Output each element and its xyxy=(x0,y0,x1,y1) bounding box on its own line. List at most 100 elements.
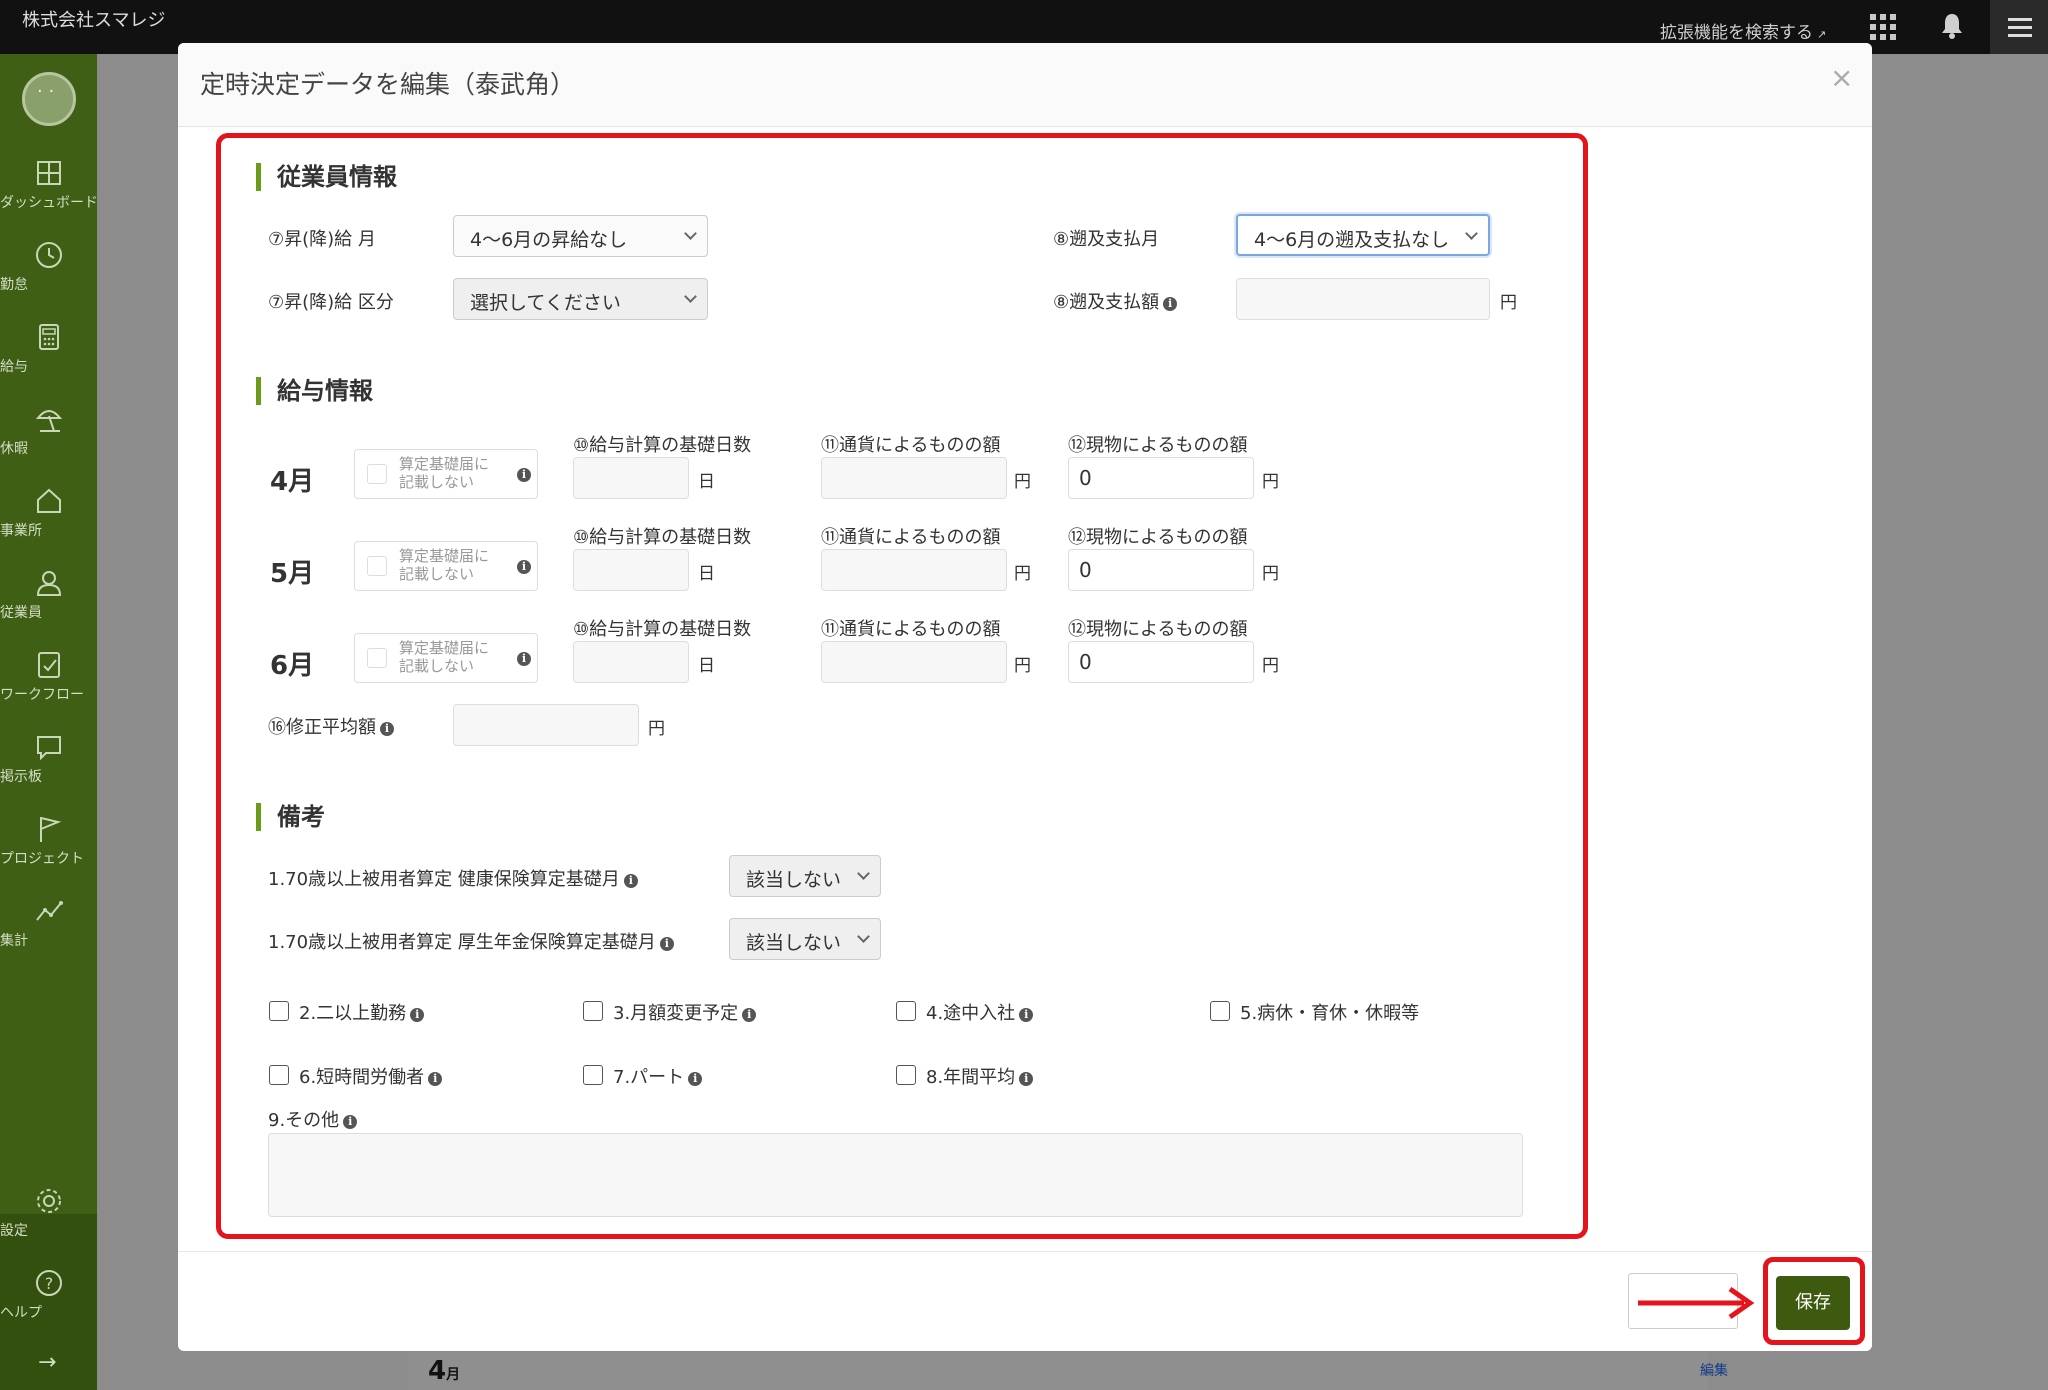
month-label: 4月 xyxy=(270,467,315,497)
info-icon[interactable]: i xyxy=(1019,1072,1034,1086)
exclude-checkbox-line2: 記載しない xyxy=(399,565,475,583)
sidebar-item-label: 休暇 xyxy=(0,441,28,457)
checkbox-monthly-change-label: 3.月額変更予定 i xyxy=(613,999,757,1025)
sidebar-collapse-arrow[interactable]: → xyxy=(38,1350,56,1375)
goods-input[interactable]: 0 xyxy=(1068,549,1254,591)
raise-type-select[interactable]: 選択してください xyxy=(453,278,708,320)
sidebar-item-employees[interactable]: 従業員 xyxy=(0,568,97,644)
info-icon[interactable]: i xyxy=(380,722,394,736)
cash-input[interactable] xyxy=(821,641,1007,683)
sidebar-item-label: プロジェクト xyxy=(0,851,84,867)
info-icon[interactable]: i xyxy=(517,468,531,482)
bell-icon[interactable] xyxy=(1940,12,1964,40)
dashboard-icon xyxy=(36,161,61,185)
line-chart-icon xyxy=(35,901,63,921)
revised-avg-input[interactable] xyxy=(453,704,639,746)
chevron-down-icon xyxy=(857,867,870,880)
section-title-salary: 給与情報 xyxy=(256,377,373,405)
exclude-checkbox-text: 算定基礎届に 記載しない xyxy=(399,639,489,675)
exclude-checkbox[interactable]: 算定基礎届に 記載しない i xyxy=(354,541,538,591)
col-head-cash: ⑪通貨によるものの額 xyxy=(821,619,1001,640)
section-title-employee: 従業員情報 xyxy=(256,163,397,191)
checkbox-annual-average[interactable] xyxy=(896,1065,916,1085)
sidebar-item-label: 従業員 xyxy=(0,605,42,621)
info-icon[interactable]: i xyxy=(623,874,638,888)
days-input[interactable] xyxy=(573,457,689,499)
raise-month-select[interactable]: 4〜6月の昇給なし xyxy=(453,215,708,257)
days-input[interactable] xyxy=(573,641,689,683)
days-input[interactable] xyxy=(573,549,689,591)
exclude-checkbox[interactable]: 算定基礎届に 記載しない i xyxy=(354,633,538,683)
checkbox-monthly-change-text: 3.月額変更予定 xyxy=(613,1003,739,1024)
sidebar-item-leave[interactable]: 休暇 xyxy=(0,404,97,480)
col-head-goods: ⑫現物によるものの額 xyxy=(1068,619,1248,640)
col-head-cash: ⑪通貨によるものの額 xyxy=(821,527,1001,548)
exclude-checkbox[interactable]: 算定基礎届に 記載しない i xyxy=(354,449,538,499)
sidebar-item-attendance[interactable]: 勤怠 xyxy=(0,240,97,316)
goods-input[interactable]: 0 xyxy=(1068,641,1254,683)
cash-input[interactable] xyxy=(821,549,1007,591)
avatar[interactable] xyxy=(22,72,76,126)
background-edit-link[interactable]: 編集 xyxy=(1700,1360,1728,1380)
annotation-arrow xyxy=(1638,1286,1755,1320)
checkbox-leave[interactable] xyxy=(1210,1001,1230,1021)
col-head-goods: ⑫現物によるものの額 xyxy=(1068,435,1248,456)
info-icon[interactable]: i xyxy=(428,1072,443,1086)
health-base-month-select[interactable]: 該当しない xyxy=(729,855,881,897)
yen-unit: 円 xyxy=(1014,656,1031,676)
company-name: 株式会社スマレジ xyxy=(22,10,166,31)
checkbox-monthly-change[interactable] xyxy=(583,1001,603,1021)
sidebar-item-label: 集計 xyxy=(0,933,28,949)
sidebar-item-help[interactable]: ? ヘルプ xyxy=(0,1268,97,1344)
checkbox-part-time[interactable] xyxy=(583,1065,603,1085)
retro-amount-label: ⑧遡及支払額 i xyxy=(1053,288,1178,314)
apps-grid-icon[interactable] xyxy=(1870,14,1896,40)
info-icon[interactable]: i xyxy=(1019,1008,1034,1022)
other-textarea[interactable] xyxy=(268,1133,1523,1217)
checkbox-multiple-jobs[interactable] xyxy=(269,1001,289,1021)
goods-input[interactable]: 0 xyxy=(1068,457,1254,499)
pension-base-month-select[interactable]: 該当しない xyxy=(729,918,881,960)
sidebar-item-office[interactable]: 事業所 xyxy=(0,486,97,562)
cash-input[interactable] xyxy=(821,457,1007,499)
revised-avg-label-text: ⑯修正平均額 xyxy=(268,717,376,738)
sidebar-item-label: 給与 xyxy=(0,359,28,375)
checkbox-mid-join[interactable] xyxy=(896,1001,916,1021)
info-icon[interactable]: i xyxy=(517,652,531,666)
pension-base-month-value: 該当しない xyxy=(746,932,842,954)
checkbox-short-time[interactable] xyxy=(269,1065,289,1085)
yen-unit: 円 xyxy=(648,719,665,739)
exclude-checkbox-text: 算定基礎届に 記載しない xyxy=(399,455,489,491)
clock-icon xyxy=(35,242,62,268)
hamburger-icon[interactable] xyxy=(1990,0,2048,54)
checkbox-leave-label: 5.病休・育休・休暇等 xyxy=(1240,1003,1420,1024)
info-icon[interactable]: i xyxy=(688,1072,703,1086)
sidebar-item-settings[interactable]: 設定 xyxy=(0,1186,97,1262)
extension-search-link[interactable]: 拡張機能を検索する ↗ xyxy=(1660,18,1826,43)
sidebar-item-project[interactable]: プロジェクト xyxy=(0,814,97,890)
sidebar-item-workflow[interactable]: ワークフロー xyxy=(0,650,97,726)
save-button[interactable]: 保存 xyxy=(1776,1276,1850,1330)
info-icon[interactable]: i xyxy=(1163,297,1178,311)
other-label: 9.その他 i xyxy=(268,1106,358,1132)
sidebar-item-aggregate[interactable]: 集計 xyxy=(0,896,97,972)
sidebar-item-payroll[interactable]: 給与 xyxy=(0,322,97,398)
info-icon[interactable]: i xyxy=(659,937,674,951)
yen-unit: 円 xyxy=(1262,564,1279,584)
close-icon[interactable]: × xyxy=(1830,61,1853,94)
retro-month-select[interactable]: 4〜6月の遡及支払なし xyxy=(1236,214,1490,256)
svg-text:?: ? xyxy=(44,1274,53,1293)
sidebar-item-board[interactable]: 掲示板 xyxy=(0,732,97,808)
info-icon[interactable]: i xyxy=(343,1115,358,1129)
checkbox-annual-average-label: 8.年間平均 i xyxy=(926,1063,1034,1089)
col-head-goods: ⑫現物によるものの額 xyxy=(1068,527,1248,548)
sidebar-item-dashboard[interactable]: ダッシュボード xyxy=(0,158,98,234)
retro-amount-input[interactable] xyxy=(1236,278,1490,320)
sidebar-item-label: 掲示板 xyxy=(0,769,42,785)
info-icon[interactable]: i xyxy=(410,1008,425,1022)
info-icon[interactable]: i xyxy=(742,1008,757,1022)
info-icon[interactable]: i xyxy=(517,560,531,574)
sidebar-item-label: 設定 xyxy=(0,1223,28,1239)
gear-icon xyxy=(36,1189,61,1213)
raise-month-value: 4〜6月の昇給なし xyxy=(470,229,628,251)
